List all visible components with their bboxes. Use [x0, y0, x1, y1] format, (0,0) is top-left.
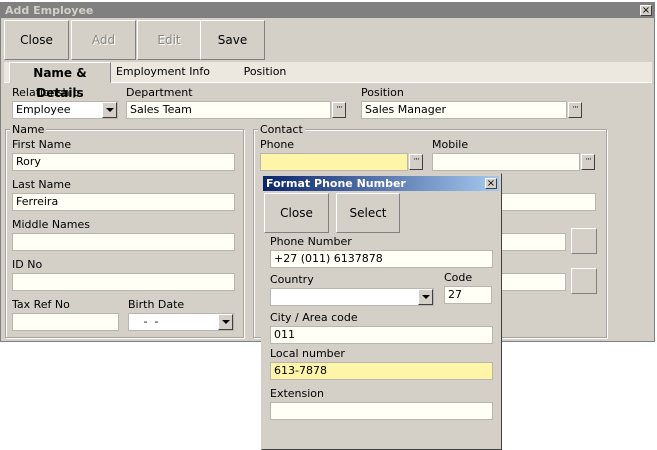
middle-names-field[interactable]	[12, 233, 235, 251]
phone-number-field[interactable]: +27 (011) 6137878	[270, 250, 493, 268]
extension-field[interactable]	[270, 402, 493, 420]
city-area-code-label: City / Area code	[270, 311, 358, 324]
department-lookup-icon[interactable]: ···	[332, 102, 346, 118]
code-label: Code	[444, 271, 473, 284]
birth-date-value: - -	[140, 315, 162, 328]
birth-date-dropdown-icon[interactable]	[218, 314, 233, 330]
city-area-code-field[interactable]: 011	[270, 326, 493, 344]
tax-ref-no-label: Tax Ref No	[12, 298, 70, 311]
close-button[interactable]: Close	[4, 20, 69, 60]
phone-number-label: Phone Number	[270, 235, 352, 248]
dialog-select-button[interactable]: Select	[336, 193, 400, 233]
local-number-label: Local number	[270, 347, 345, 360]
last-name-label: Last Name	[12, 178, 71, 191]
dialog-title: Format Phone Number	[266, 177, 406, 190]
dialog-close-icon[interactable]: ×	[485, 178, 497, 189]
tab-position[interactable]: Position	[215, 62, 315, 82]
mobile-field[interactable]	[432, 153, 580, 171]
position-field[interactable]: Sales Manager	[361, 101, 567, 119]
contact-square-button-1[interactable]	[571, 228, 597, 254]
add-button[interactable]: Add	[71, 20, 136, 60]
position-label: Position	[361, 86, 404, 99]
name-group-title: Name	[10, 123, 47, 136]
edit-button[interactable]: Edit	[137, 20, 201, 60]
mobile-lookup-icon[interactable]: ···	[581, 154, 595, 170]
local-number-field[interactable]: 613-7878	[270, 362, 493, 380]
department-field[interactable]: Sales Team	[126, 101, 331, 119]
dialog-close-button[interactable]: Close	[264, 193, 329, 233]
code-field[interactable]: 27	[444, 286, 492, 304]
contact-field-partially-hidden[interactable]	[500, 193, 596, 211]
department-label: Department	[126, 86, 193, 99]
first-name-field[interactable]: Rory	[12, 153, 235, 171]
country-label: Country	[270, 273, 314, 286]
contact-group-title: Contact	[258, 123, 305, 136]
mobile-label: Mobile	[432, 138, 469, 151]
id-no-label: ID No	[12, 258, 43, 271]
contact-field-partially-hidden-2[interactable]	[500, 233, 566, 251]
window-close-icon[interactable]: ×	[640, 5, 652, 16]
last-name-field[interactable]: Ferreira	[12, 193, 235, 211]
window-titlebar[interactable]: Add Employee	[1, 3, 654, 18]
phone-label: Phone	[260, 138, 295, 151]
country-select[interactable]	[270, 288, 434, 306]
tab-name-details[interactable]: Name & Details	[9, 62, 111, 100]
phone-lookup-icon[interactable]: ···	[409, 154, 423, 170]
position-lookup-icon[interactable]: ···	[568, 102, 582, 118]
relationship-label: Relationship	[12, 86, 80, 99]
id-no-field[interactable]	[12, 273, 235, 291]
contact-field-partially-hidden-3[interactable]	[500, 273, 566, 291]
tax-ref-no-field[interactable]	[12, 313, 119, 331]
tab-employment-info[interactable]: Employment Info	[113, 62, 213, 82]
contact-square-button-2[interactable]	[571, 268, 597, 294]
extension-label: Extension	[270, 387, 325, 400]
phone-field[interactable]	[260, 153, 408, 171]
middle-names-label: Middle Names	[12, 218, 91, 231]
dialog-titlebar[interactable]: Format Phone Number	[263, 176, 499, 191]
birth-date-label: Birth Date	[128, 298, 185, 311]
relationship-dropdown-icon[interactable]	[102, 102, 117, 118]
first-name-label: First Name	[12, 138, 72, 151]
country-dropdown-icon[interactable]	[418, 289, 433, 305]
relationship-value: Employee	[16, 103, 71, 116]
window-title: Add Employee	[5, 4, 94, 17]
save-button[interactable]: Save	[200, 20, 265, 60]
